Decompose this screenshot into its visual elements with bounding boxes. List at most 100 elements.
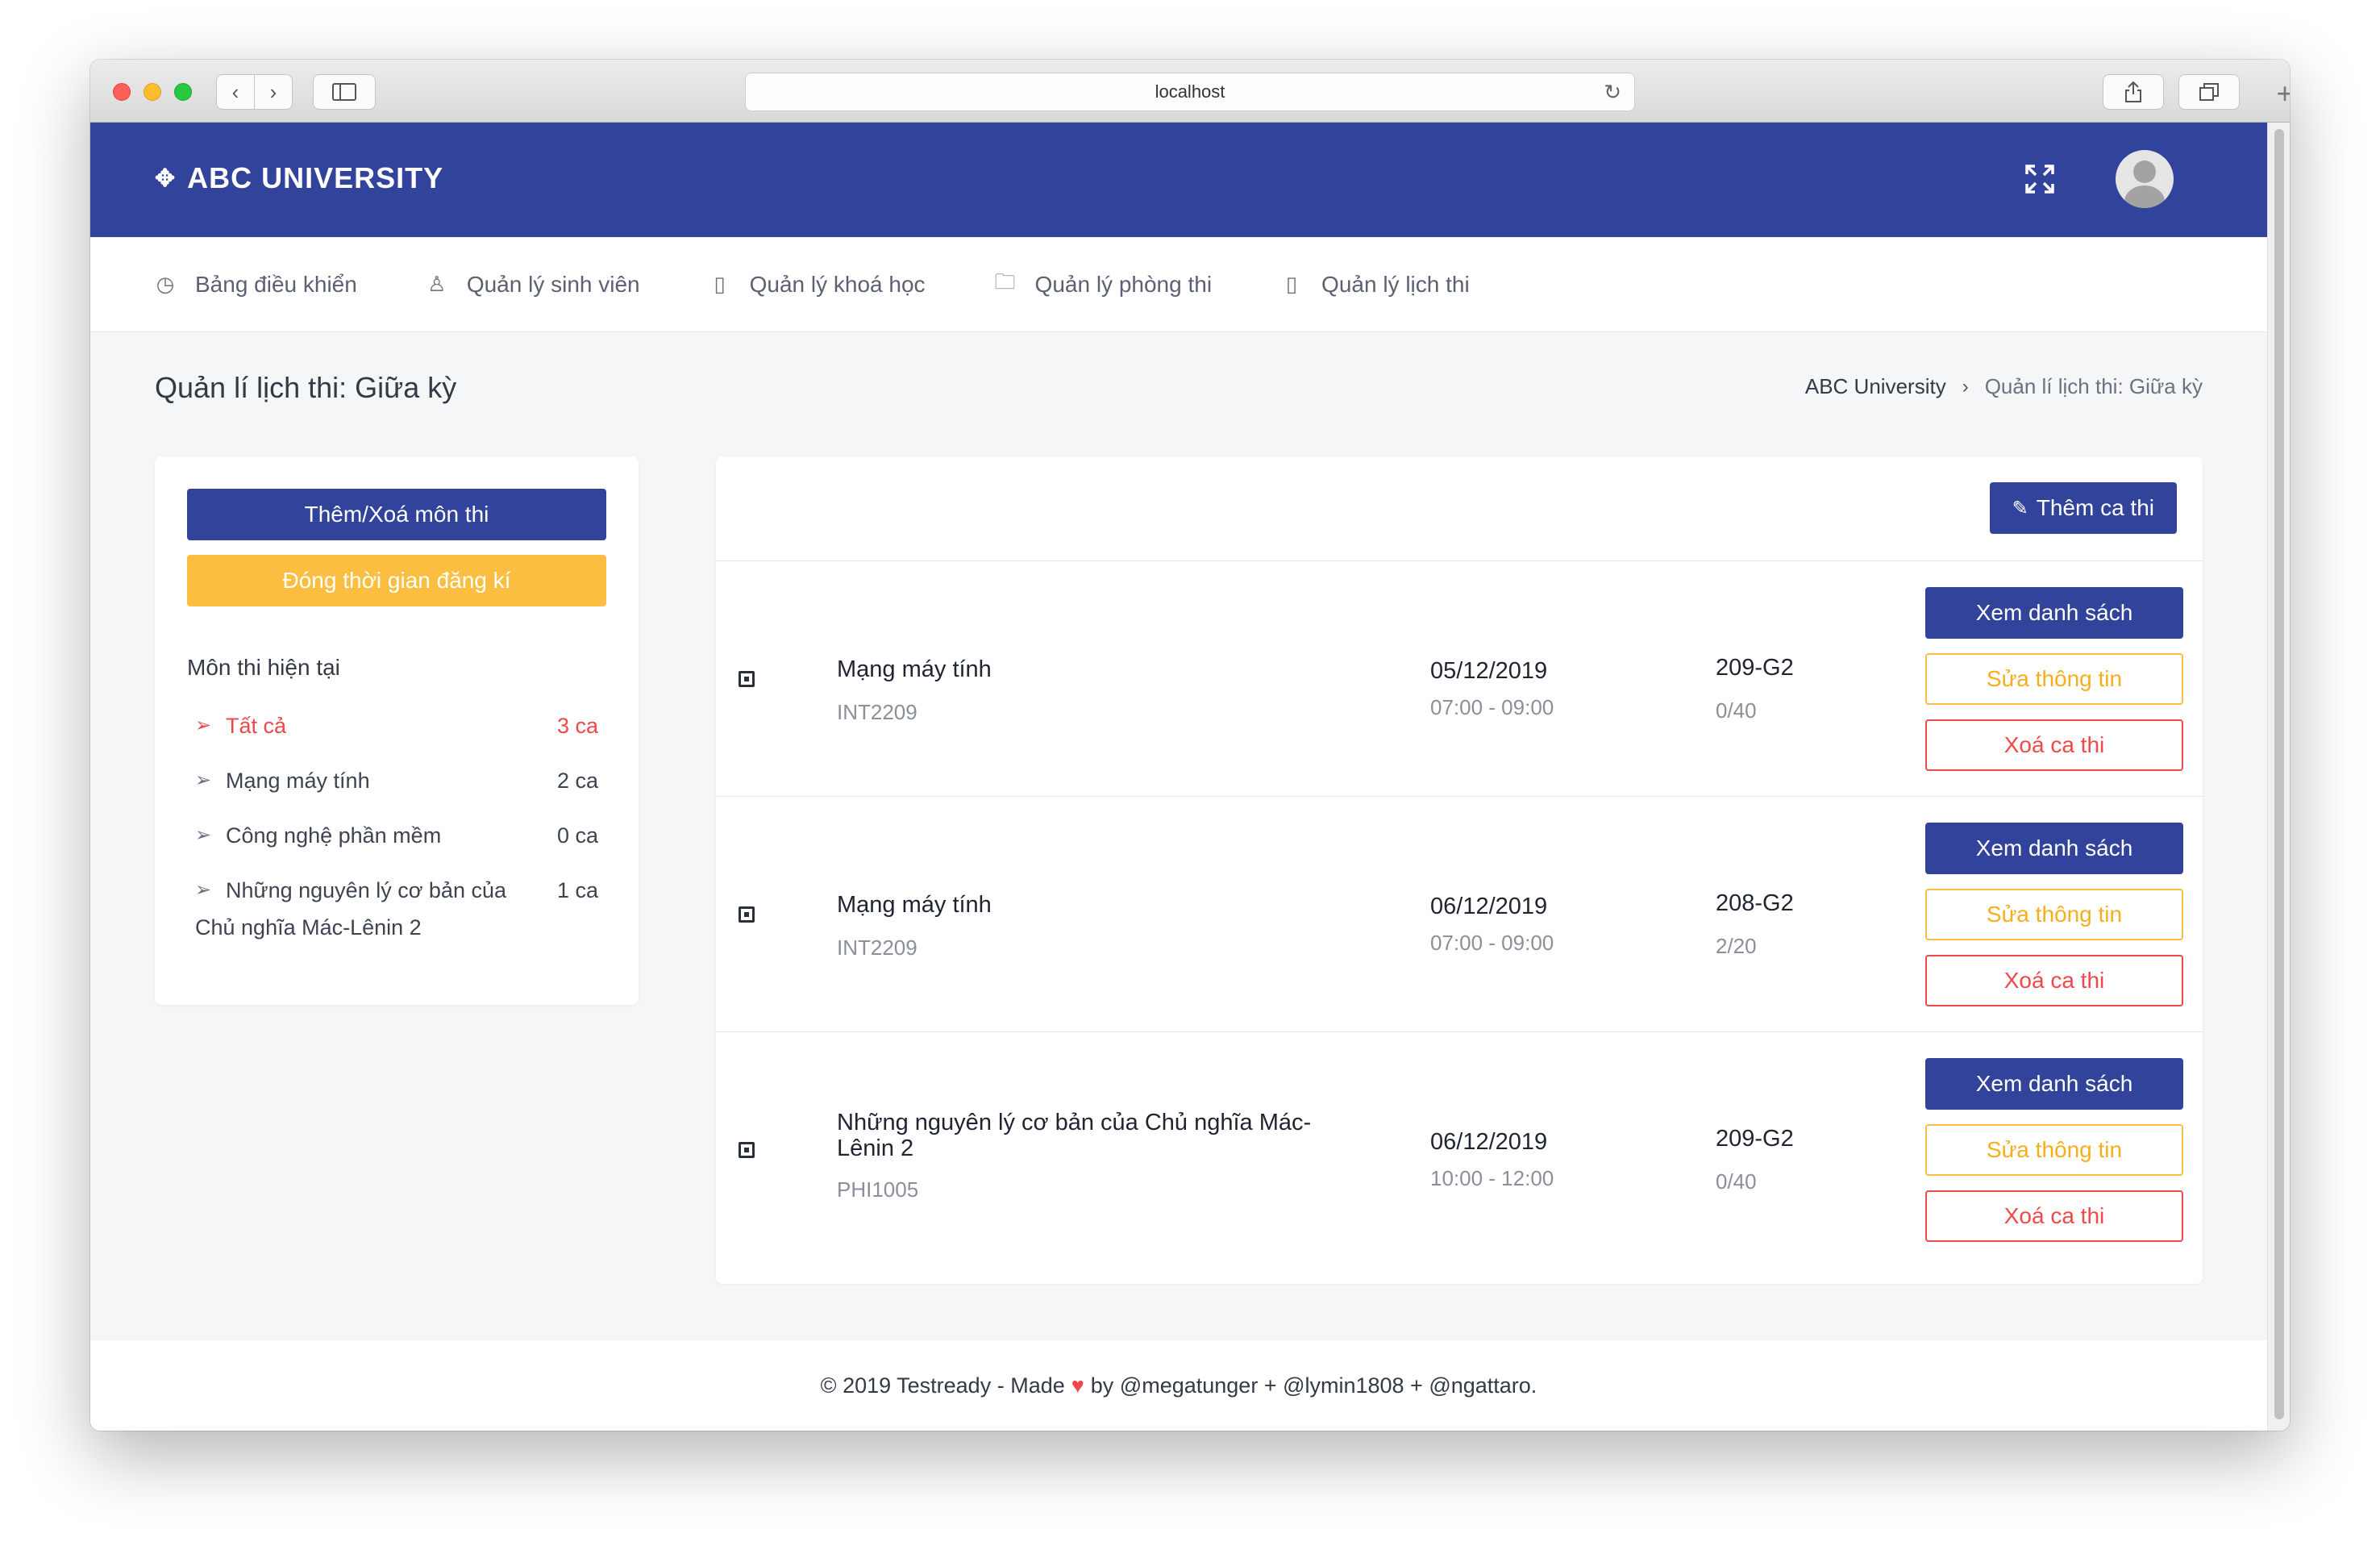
browser-titlebar: ‹ › localhost ↻ + bbox=[90, 60, 2290, 123]
edit-session-button[interactable]: Sửa thông tin bbox=[1925, 653, 2183, 705]
subject-name: Những nguyên lý cơ bản của bbox=[226, 878, 506, 902]
chevron-left-icon: ‹ bbox=[231, 79, 239, 104]
session-time: 10:00 - 12:00 bbox=[1430, 1166, 1554, 1190]
sidebar-icon bbox=[332, 83, 356, 101]
subject-name: Tất cả bbox=[226, 714, 287, 738]
subject-count: 2 ca bbox=[556, 769, 598, 793]
table-row: Những nguyên lý cơ bản của Chủ nghĩa Mác… bbox=[716, 1032, 2203, 1268]
maximize-window-button[interactable] bbox=[174, 83, 192, 101]
vertical-scrollbar[interactable] bbox=[2267, 123, 2290, 1431]
subject-name: Mạng máy tính bbox=[226, 769, 370, 793]
user-avatar[interactable] bbox=[2116, 150, 2174, 208]
breadcrumb-home-link[interactable]: ABC University bbox=[1805, 374, 1946, 399]
new-tab-button[interactable]: + bbox=[2269, 76, 2290, 111]
row-checkbox[interactable] bbox=[739, 671, 755, 687]
minimize-window-button[interactable] bbox=[144, 83, 161, 101]
add-session-button[interactable]: ✎ Thêm ca thi bbox=[1989, 482, 2177, 534]
top-header: ✥ ABC UNIVERSITY bbox=[90, 123, 2267, 237]
edit-session-button[interactable]: Sửa thông tin bbox=[1925, 1124, 2183, 1176]
subject-item[interactable]: ➢ Công nghệ phần mềm 0 ca bbox=[187, 823, 606, 848]
sidebar-toggle-button[interactable] bbox=[313, 74, 376, 110]
breadcrumb-current: Quản lí lịch thi: Giữa kỳ bbox=[1984, 374, 2203, 398]
subject-count: 1 ca bbox=[556, 878, 598, 902]
subject-filter-card: Thêm/Xoá môn thi Đóng thời gian đăng kí … bbox=[155, 456, 639, 1005]
subject-item[interactable]: ➢ Những nguyên lý cơ bản của 1 ca Chủ ng… bbox=[187, 877, 606, 940]
session-room: 209-G2 bbox=[1716, 655, 1794, 681]
cursor-icon: ➢ bbox=[195, 769, 212, 791]
url-text: localhost bbox=[1155, 81, 1225, 102]
exam-sessions-card: ✎ Thêm ca thi Mạng máy tính INT2209 05/1… bbox=[716, 456, 2203, 1284]
add-session-label: Thêm ca thi bbox=[2036, 495, 2154, 520]
nav-item-exam-schedule[interactable]: ▯ Quản lý lịch thi bbox=[1279, 272, 1470, 298]
brand-logo[interactable]: ✥ ABC UNIVERSITY bbox=[155, 161, 443, 195]
tabs-icon bbox=[2199, 83, 2219, 101]
page-footer: © 2019 Testready - Made ♥ by @megatunger… bbox=[90, 1340, 2267, 1431]
view-list-button[interactable]: Xem danh sách bbox=[1925, 1058, 2183, 1110]
dashboard-icon: ◷ bbox=[156, 272, 175, 296]
share-button[interactable] bbox=[2103, 74, 2164, 110]
scrollbar-thumb[interactable] bbox=[2274, 129, 2284, 1419]
chevron-right-icon: › bbox=[1962, 375, 1969, 398]
delete-session-button[interactable]: Xoá ca thi bbox=[1925, 955, 2183, 1006]
session-code: INT2209 bbox=[837, 700, 917, 724]
folder-icon: 🗀 bbox=[994, 269, 1016, 294]
forward-button[interactable]: › bbox=[254, 74, 293, 110]
heart-icon: ♥ bbox=[1071, 1373, 1084, 1398]
address-bar[interactable]: localhost ↻ bbox=[745, 73, 1635, 111]
nav-item-exam-rooms[interactable]: 🗀 Quản lý phòng thi bbox=[993, 267, 1213, 302]
cursor-icon: ➢ bbox=[195, 879, 212, 901]
session-subject: Những nguyên lý cơ bản của Chủ nghĩa Mác… bbox=[837, 1110, 1312, 1161]
delete-session-button[interactable]: Xoá ca thi bbox=[1925, 719, 2183, 771]
footer-text-right: by @megatunger + @lymin1808 + @ngattaro. bbox=[1090, 1373, 1537, 1398]
close-window-button[interactable] bbox=[113, 83, 131, 101]
reload-icon[interactable]: ↻ bbox=[1604, 80, 1621, 105]
magic-wand-icon: ✎ bbox=[2012, 497, 2028, 519]
session-code: INT2209 bbox=[837, 935, 917, 960]
close-registration-button[interactable]: Đóng thời gian đăng kí bbox=[187, 555, 606, 606]
delete-session-button[interactable]: Xoá ca thi bbox=[1925, 1190, 2183, 1242]
cursor-icon: ➢ bbox=[195, 715, 212, 736]
session-room: 209-G2 bbox=[1716, 1126, 1794, 1152]
chevron-right-icon: › bbox=[269, 79, 277, 104]
nav-label: Bảng điều khiển bbox=[195, 271, 357, 297]
tab-overview-button[interactable] bbox=[2178, 74, 2240, 110]
nav-label: Quản lý khoá học bbox=[749, 271, 926, 297]
subject-item[interactable]: ➢ Mạng máy tính 2 ca bbox=[187, 768, 606, 794]
share-icon bbox=[2125, 81, 2141, 102]
subject-item-all[interactable]: ➢ Tất cả 3 ca bbox=[187, 713, 606, 739]
breadcrumb: ABC University › Quản lí lịch thi: Giữa … bbox=[1805, 374, 2203, 399]
calendar-icon: ▯ bbox=[1285, 272, 1298, 296]
user-icon: ♙ bbox=[427, 272, 447, 296]
brand-name: ABC UNIVERSITY bbox=[187, 161, 444, 194]
table-row: Mạng máy tính INT2209 06/12/2019 07:00 -… bbox=[716, 797, 2203, 1032]
session-subject: Mạng máy tính bbox=[837, 656, 992, 682]
footer-text-left: © 2019 Testready - Made bbox=[820, 1373, 1065, 1398]
view-list-button[interactable]: Xem danh sách bbox=[1925, 587, 2183, 639]
row-checkbox[interactable] bbox=[739, 1142, 755, 1158]
session-date: 06/12/2019 bbox=[1430, 894, 1548, 919]
session-date: 05/12/2019 bbox=[1430, 658, 1548, 684]
page-title: Quản lí lịch thi: Giữa kỳ bbox=[155, 371, 457, 404]
subject-list: ➢ Tất cả 3 ca ➢ Mạng máy tính 2 ca ➢ Côn… bbox=[187, 713, 606, 969]
session-room: 208-G2 bbox=[1716, 890, 1794, 916]
nav-label: Quản lý sinh viên bbox=[466, 271, 640, 297]
subject-name-continued: Chủ nghĩa Mác-Lênin 2 bbox=[195, 915, 422, 940]
subject-count: 0 ca bbox=[556, 823, 598, 848]
add-remove-subject-button[interactable]: Thêm/Xoá môn thi bbox=[187, 489, 606, 540]
back-button[interactable]: ‹ bbox=[216, 74, 255, 110]
nav-item-courses[interactable]: ▯ Quản lý khoá học bbox=[708, 271, 926, 298]
fullscreen-icon[interactable] bbox=[2024, 163, 2056, 195]
edit-session-button[interactable]: Sửa thông tin bbox=[1925, 889, 2183, 940]
table-row: Mạng máy tính INT2209 05/12/2019 07:00 -… bbox=[716, 561, 2203, 797]
row-checkbox[interactable] bbox=[739, 906, 755, 923]
session-capacity: 2/20 bbox=[1716, 934, 1757, 958]
main-nav: ◷ Bảng điều khiển ♙ Quản lý sinh viên ▯ … bbox=[90, 237, 2267, 332]
page-content: ✥ ABC UNIVERSITY ◷ Bảng điều khiển ♙ Quả… bbox=[90, 123, 2267, 1431]
nav-label: Quản lý phòng thi bbox=[1034, 271, 1213, 297]
view-list-button[interactable]: Xem danh sách bbox=[1925, 823, 2183, 874]
subject-name: Công nghệ phần mềm bbox=[226, 823, 442, 848]
nav-item-students[interactable]: ♙ Quản lý sinh viên bbox=[425, 271, 640, 298]
current-subjects-title: Môn thi hiện tại bbox=[187, 655, 340, 680]
nav-item-dashboard[interactable]: ◷ Bảng điều khiển bbox=[153, 272, 357, 298]
book-icon: ▯ bbox=[714, 272, 726, 296]
